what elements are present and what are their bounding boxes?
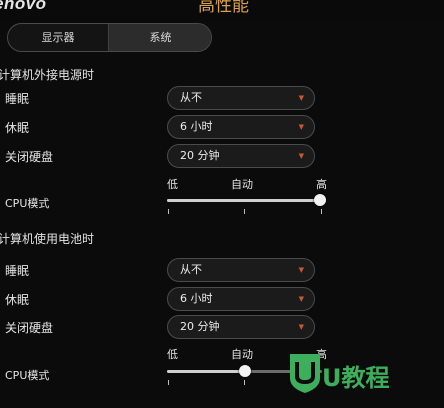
sleep-label-ac: 睡眠: [5, 92, 30, 106]
cpu-mode-label-ac: CPU模式: [5, 197, 50, 210]
disk-off-label-ac: 关闭硬盘: [5, 150, 54, 164]
tick-high-ac: 高: [316, 178, 327, 191]
slider-fill: [167, 370, 245, 373]
chevron-down-icon: ▼: [298, 323, 304, 331]
tab-bar: 显示器 系统: [7, 23, 212, 52]
tick-auto-battery: 自动: [231, 348, 253, 361]
tick-mark: [168, 209, 169, 214]
watermark: U教程: [288, 352, 408, 396]
tick-low-ac: 低: [167, 178, 178, 191]
hibernate-label-battery: 休眠: [5, 293, 30, 307]
tab-display[interactable]: 显示器: [8, 24, 108, 51]
tick-mark: [244, 380, 245, 385]
sleep-value-ac: 从不: [180, 91, 202, 104]
tick-low-battery: 低: [167, 348, 178, 361]
tab-system[interactable]: 系统: [108, 24, 211, 51]
section-title-battery: 计算机使用电池时: [0, 232, 95, 246]
tick-mark: [321, 209, 322, 214]
title-bar: enovo 高性能: [0, 0, 444, 22]
slider-thumb[interactable]: [238, 365, 251, 377]
disk-off-dropdown-battery[interactable]: 20 分钟 ▼: [167, 315, 315, 339]
sleep-value-battery: 从不: [180, 263, 202, 276]
tick-auto-ac: 自动: [231, 178, 253, 191]
disk-off-label-battery: 关闭硬盘: [5, 321, 54, 335]
chevron-down-icon: ▼: [298, 266, 304, 274]
section-title-ac: 计算机外接电源时: [0, 68, 95, 82]
slider-fill: [167, 199, 322, 202]
hibernate-value-battery: 6 小时: [180, 292, 213, 305]
cpu-mode-slider-ac[interactable]: [167, 194, 326, 206]
slider-thumb[interactable]: [314, 194, 326, 206]
page-title: 高性能: [198, 0, 249, 16]
shield-icon: [290, 354, 320, 393]
disk-off-dropdown-ac[interactable]: 20 分钟 ▼: [167, 144, 315, 168]
brand-logo: enovo: [0, 0, 47, 13]
chevron-down-icon: ▼: [298, 295, 304, 303]
watermark-text: U教程: [322, 364, 390, 392]
disk-off-value-battery: 20 分钟: [180, 320, 220, 333]
hibernate-value-ac: 6 小时: [180, 120, 213, 133]
chevron-down-icon: ▼: [298, 152, 304, 160]
hibernate-dropdown-ac[interactable]: 6 小时 ▼: [167, 115, 315, 139]
chevron-down-icon: ▼: [298, 94, 304, 102]
sleep-dropdown-battery[interactable]: 从不 ▼: [167, 258, 315, 282]
sleep-dropdown-ac[interactable]: 从不 ▼: [167, 86, 315, 110]
chevron-down-icon: ▼: [298, 123, 304, 131]
sleep-label-battery: 睡眠: [5, 264, 30, 278]
disk-off-value-ac: 20 分钟: [180, 149, 220, 162]
tick-mark: [244, 209, 245, 214]
hibernate-dropdown-battery[interactable]: 6 小时 ▼: [167, 287, 315, 311]
hibernate-label-ac: 休眠: [5, 121, 30, 135]
cpu-mode-label-battery: CPU模式: [5, 369, 50, 382]
tick-mark: [168, 380, 169, 385]
